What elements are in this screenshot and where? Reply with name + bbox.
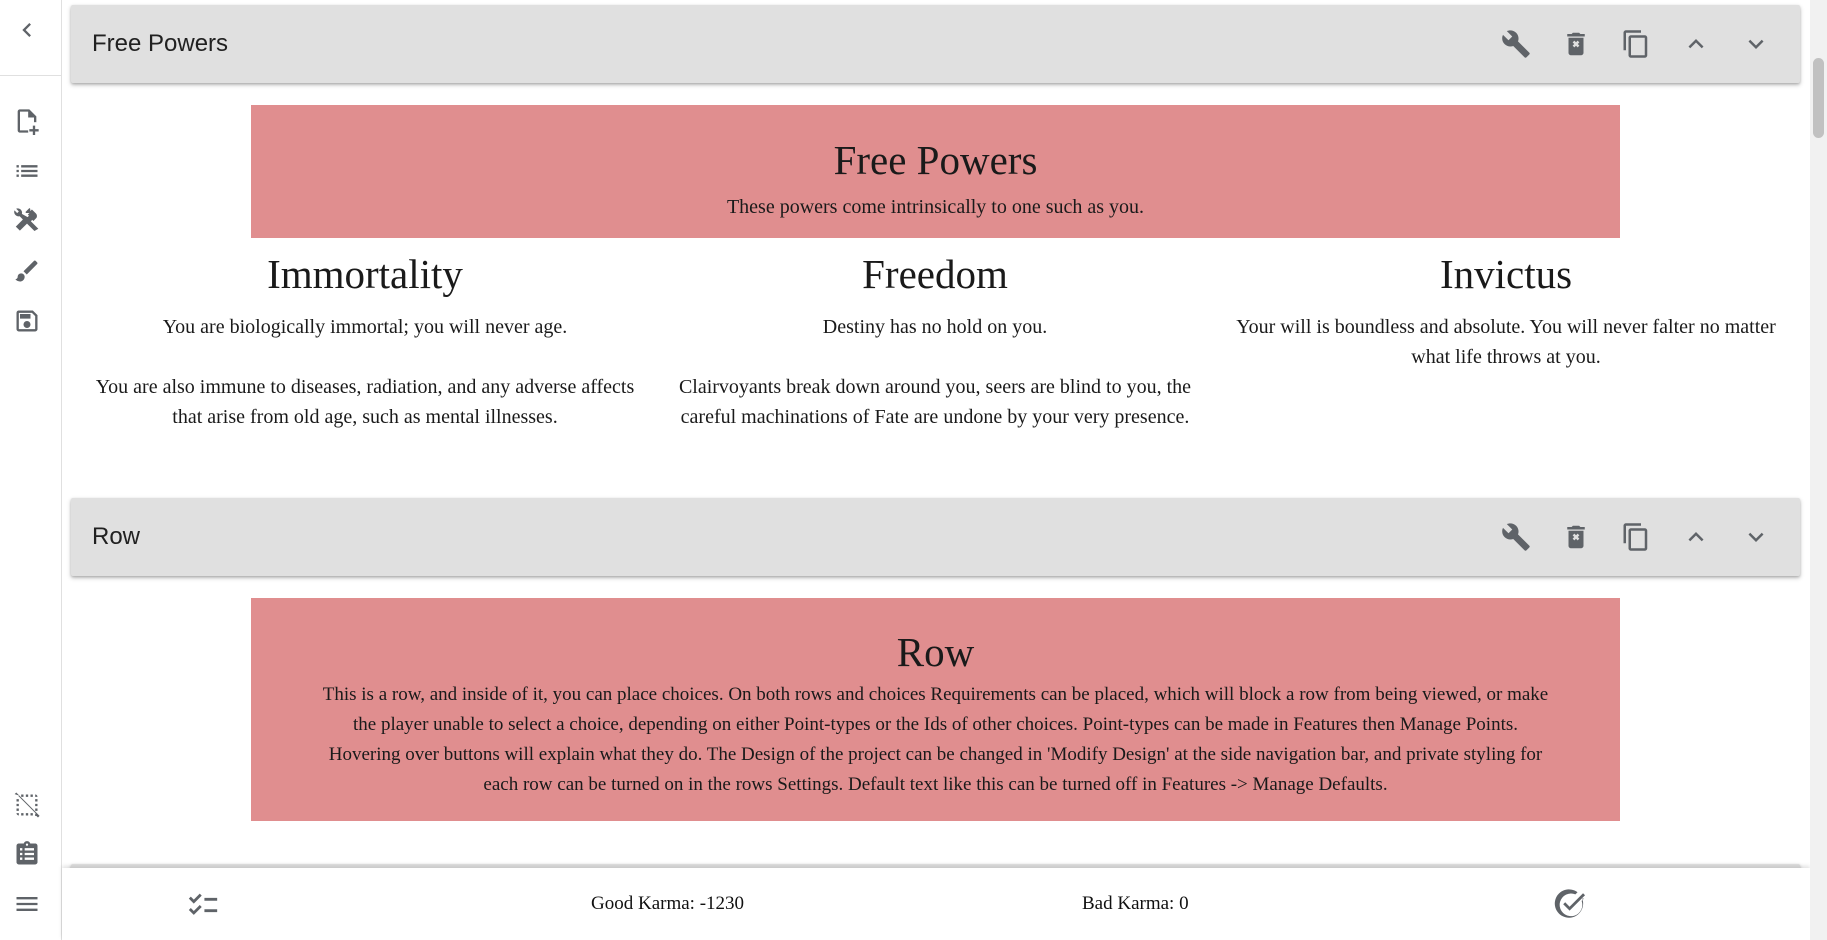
row-bar-free-powers: Free Powers xyxy=(71,5,1800,83)
choice-text: Destiny has no hold on you. xyxy=(822,316,1048,338)
delete-icon[interactable] xyxy=(1546,507,1606,567)
good-karma-label: Good Karma: -1230 xyxy=(591,893,745,914)
new-file-icon[interactable] xyxy=(13,107,41,135)
checklist-icon[interactable] xyxy=(186,888,220,922)
check-circle-icon[interactable] xyxy=(1554,888,1588,922)
row-header-row: Row This is a row, and inside of it, you… xyxy=(251,598,1620,821)
chevron-down-icon[interactable] xyxy=(1726,507,1786,567)
row-bar-title: Free Powers xyxy=(92,30,229,57)
wrench-icon[interactable] xyxy=(1486,507,1546,567)
choice-card[interactable]: Immortality You are biologically immorta… xyxy=(95,250,635,432)
scrollbar-thumb[interactable] xyxy=(1813,58,1824,138)
choice-text: Clairvoyants break down around you, seer… xyxy=(678,376,1192,428)
copy-icon[interactable] xyxy=(1606,507,1666,567)
row-bar-row: Row xyxy=(71,498,1800,576)
menu-icon[interactable] xyxy=(13,890,41,918)
points-bar: Good Karma: -1230 Bad Karma: 0 xyxy=(62,868,1810,940)
row-header-title: Row xyxy=(896,629,975,675)
select-off-icon[interactable] xyxy=(13,791,41,819)
side-navigation xyxy=(0,0,62,940)
choice-text: Your will is boundless and absolute. You… xyxy=(1236,316,1776,368)
tools-icon[interactable] xyxy=(13,207,41,235)
row-header-text: This is a row, and inside of it, you can… xyxy=(322,684,1549,795)
list-icon[interactable] xyxy=(13,157,41,185)
chevron-up-icon[interactable] xyxy=(1666,14,1726,74)
chevron-down-icon[interactable] xyxy=(1726,14,1786,74)
clipboard-list-icon[interactable] xyxy=(13,840,41,868)
row-actions xyxy=(1486,5,1786,83)
wrench-icon[interactable] xyxy=(1486,14,1546,74)
choice-title: Freedom xyxy=(862,251,1008,297)
brush-icon[interactable] xyxy=(13,257,41,285)
scrollbar[interactable] xyxy=(1810,0,1827,940)
row-header-free-powers: Free Powers These powers come intrinsica… xyxy=(251,105,1620,238)
choice-card[interactable]: Invictus Your will is boundless and abso… xyxy=(1236,250,1776,372)
choice-title: Invictus xyxy=(1439,251,1573,297)
choice-title: Immortality xyxy=(267,251,463,297)
save-icon[interactable] xyxy=(13,307,41,335)
bad-karma-label: Bad Karma: 0 xyxy=(1082,893,1189,914)
chevron-up-icon[interactable] xyxy=(1666,507,1726,567)
row-bar-title: Row xyxy=(92,523,141,550)
copy-icon[interactable] xyxy=(1606,14,1666,74)
choice-text: You are also immune to diseases, radiati… xyxy=(95,376,635,428)
delete-icon[interactable] xyxy=(1546,14,1606,74)
rail-divider xyxy=(0,75,61,76)
row-header-title: Free Powers xyxy=(833,137,1038,183)
row-actions xyxy=(1486,498,1786,576)
chevron-left-icon[interactable] xyxy=(13,16,41,44)
choice-card[interactable]: Freedom Destiny has no hold on you. Clai… xyxy=(665,250,1205,432)
row-header-text: These powers come intrinsically to one s… xyxy=(726,196,1145,218)
choice-text: You are biologically immortal; you will … xyxy=(162,316,568,338)
